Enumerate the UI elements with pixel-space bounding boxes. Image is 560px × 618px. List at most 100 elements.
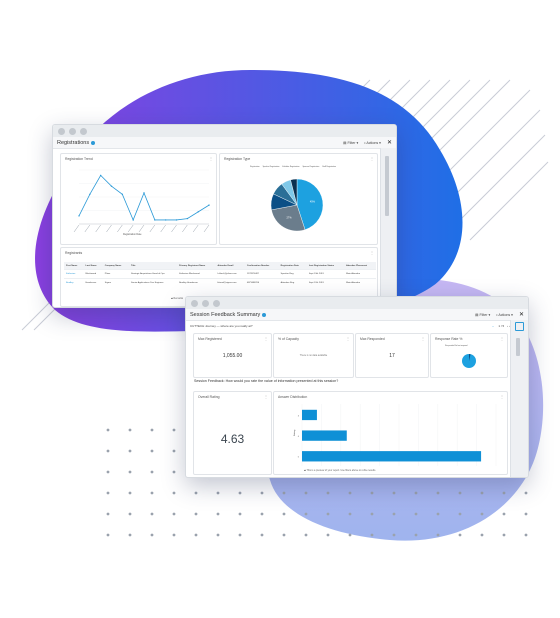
x-tick-label — [127, 224, 134, 233]
column-header[interactable]: Attendee Email — [215, 262, 245, 270]
grid-dot — [128, 428, 132, 432]
column-header[interactable]: Last Registration Status — [306, 262, 345, 270]
column-header[interactable]: Last Name — [83, 262, 103, 270]
page-count: 1 / 5 — [498, 324, 505, 328]
session-filter-bar[interactable]: CUTTECH Journey — where are you really a… — [190, 322, 510, 330]
info-icon[interactable] — [262, 312, 267, 317]
kpi-value: 1,055.00 — [222, 353, 243, 359]
y-tick-label: 5 — [298, 457, 300, 459]
grid-dot — [524, 512, 528, 516]
y-tick-label: 3 — [298, 415, 300, 417]
column-header[interactable]: Company Name — [102, 262, 129, 270]
grid-dot — [282, 512, 286, 516]
column-header[interactable]: First Name — [64, 262, 84, 270]
rating-value: 4.63 — [220, 432, 245, 446]
x-tick-label — [117, 224, 123, 233]
grid-dot — [524, 533, 528, 537]
grid-dot — [282, 491, 286, 495]
footer-note: ▰ Remarks — [171, 297, 183, 300]
window-control-close[interactable] — [191, 299, 198, 307]
grid-dot — [458, 512, 462, 516]
grid-dot — [436, 491, 440, 495]
grid-dot — [304, 512, 308, 516]
grid-dot — [458, 533, 462, 537]
window-control-maximize[interactable] — [213, 299, 220, 307]
cell: Strategic Acquisitions Head of Ops — [128, 269, 178, 279]
column-header[interactable]: Registration Date — [278, 262, 307, 270]
more-options-icon[interactable]: ⋮ — [264, 336, 268, 341]
scrollbar-thumb[interactable] — [516, 338, 520, 356]
x-tick-label — [182, 224, 188, 233]
table-header-row: First Name Last Name Company Name Title … — [64, 262, 376, 270]
grid-dot — [172, 512, 176, 516]
trend-point — [154, 219, 156, 221]
more-options-icon[interactable]: ⋮ — [264, 394, 268, 399]
grid-dot — [370, 512, 374, 516]
pie-slice-label: 45% — [310, 201, 316, 204]
x-tick-label — [149, 224, 156, 233]
grid-dot — [436, 512, 440, 516]
close-icon[interactable]: ✕ — [387, 139, 392, 146]
info-icon[interactable] — [91, 140, 96, 145]
scroll-strip[interactable] — [380, 148, 396, 307]
window-control-close[interactable] — [58, 127, 65, 135]
grid-dot — [480, 512, 484, 516]
window-control-minimize[interactable] — [69, 127, 76, 135]
scrollbar-thumb[interactable] — [385, 156, 389, 216]
trend-point — [78, 215, 80, 217]
filter-button[interactable]: ▤ Filter ▾ — [475, 313, 490, 317]
grid-dot — [128, 533, 132, 537]
cell-link[interactable]: Bradley — [64, 278, 84, 287]
registration-trend-panel: Registration Trend ⋮ Registration Date — [60, 153, 217, 245]
grid-dot — [216, 533, 220, 537]
grid-dot — [172, 533, 176, 537]
actions-button[interactable]: • Actions ▾ — [496, 313, 513, 317]
table-row[interactable]: Bradley Henderson Sigma Senior Applicati… — [64, 278, 376, 287]
actions-label: Actions — [498, 312, 511, 317]
response-rate-pie — [462, 354, 476, 368]
column-header[interactable]: Attendee Placement — [344, 262, 376, 270]
window-control-maximize[interactable] — [80, 127, 87, 135]
grid-dot — [480, 491, 484, 495]
column-header[interactable]: Primary Registrant Name — [177, 262, 216, 270]
footer-text: This is a preview of your report. Use fi… — [306, 469, 376, 472]
kpi-value: 17 — [389, 353, 395, 359]
settings-icon[interactable] — [515, 322, 524, 331]
grid-dot — [128, 512, 132, 516]
column-header[interactable]: Confirmation Number — [244, 262, 279, 270]
grid-dot — [348, 491, 352, 495]
overall-rating-panel: Overall Rating ⋮ 4.63 — [193, 391, 272, 475]
cell: Blackwood — [83, 269, 103, 279]
report-toolbar: Session Feedback Summary ▤ Filter ▾ • Ac… — [186, 309, 528, 321]
more-options-icon[interactable]: ⋮ — [370, 250, 374, 255]
grid-dot — [260, 491, 264, 495]
close-icon[interactable]: ✕ — [519, 311, 524, 318]
window-control-minimize[interactable] — [202, 299, 209, 307]
answer-distribution-chart: 3 4 5 — [298, 404, 497, 466]
grid-dot — [414, 491, 418, 495]
pie-slice-label: 27% — [287, 216, 293, 219]
grid-dot — [502, 512, 506, 516]
session-select[interactable]: CUTTECH Journey — where are you really a… — [190, 324, 253, 328]
grid-dot — [392, 533, 396, 537]
grid-dot — [304, 491, 308, 495]
grid-dot — [304, 533, 308, 537]
trend-point — [132, 219, 134, 221]
column-header[interactable]: Title — [128, 262, 178, 270]
scroll-strip[interactable] — [510, 320, 528, 477]
more-options-icon[interactable]: ⋮ — [421, 336, 425, 341]
grid-dot — [238, 491, 242, 495]
actions-button[interactable]: • Actions ▾ — [364, 141, 381, 145]
cell: Main Attendee — [344, 269, 376, 279]
cell: Bradley Henderson — [177, 278, 216, 287]
table-row[interactable]: Katherine Blackwood Pfizer Strategic Acq… — [64, 269, 376, 279]
filter-button[interactable]: ▤ Filter ▾ — [343, 141, 358, 145]
chevron-down-icon[interactable]: ⌄ — [492, 324, 495, 328]
more-options-icon[interactable]: ⋮ — [346, 336, 350, 341]
grid-dot — [106, 533, 110, 537]
grid-dot — [238, 533, 242, 537]
x-tick-label — [203, 224, 210, 233]
kpi-max-responded: Max Responded ⋮ 17 — [355, 333, 429, 378]
cell-link[interactable]: Katherine — [64, 269, 84, 279]
x-tick-label — [95, 224, 101, 233]
